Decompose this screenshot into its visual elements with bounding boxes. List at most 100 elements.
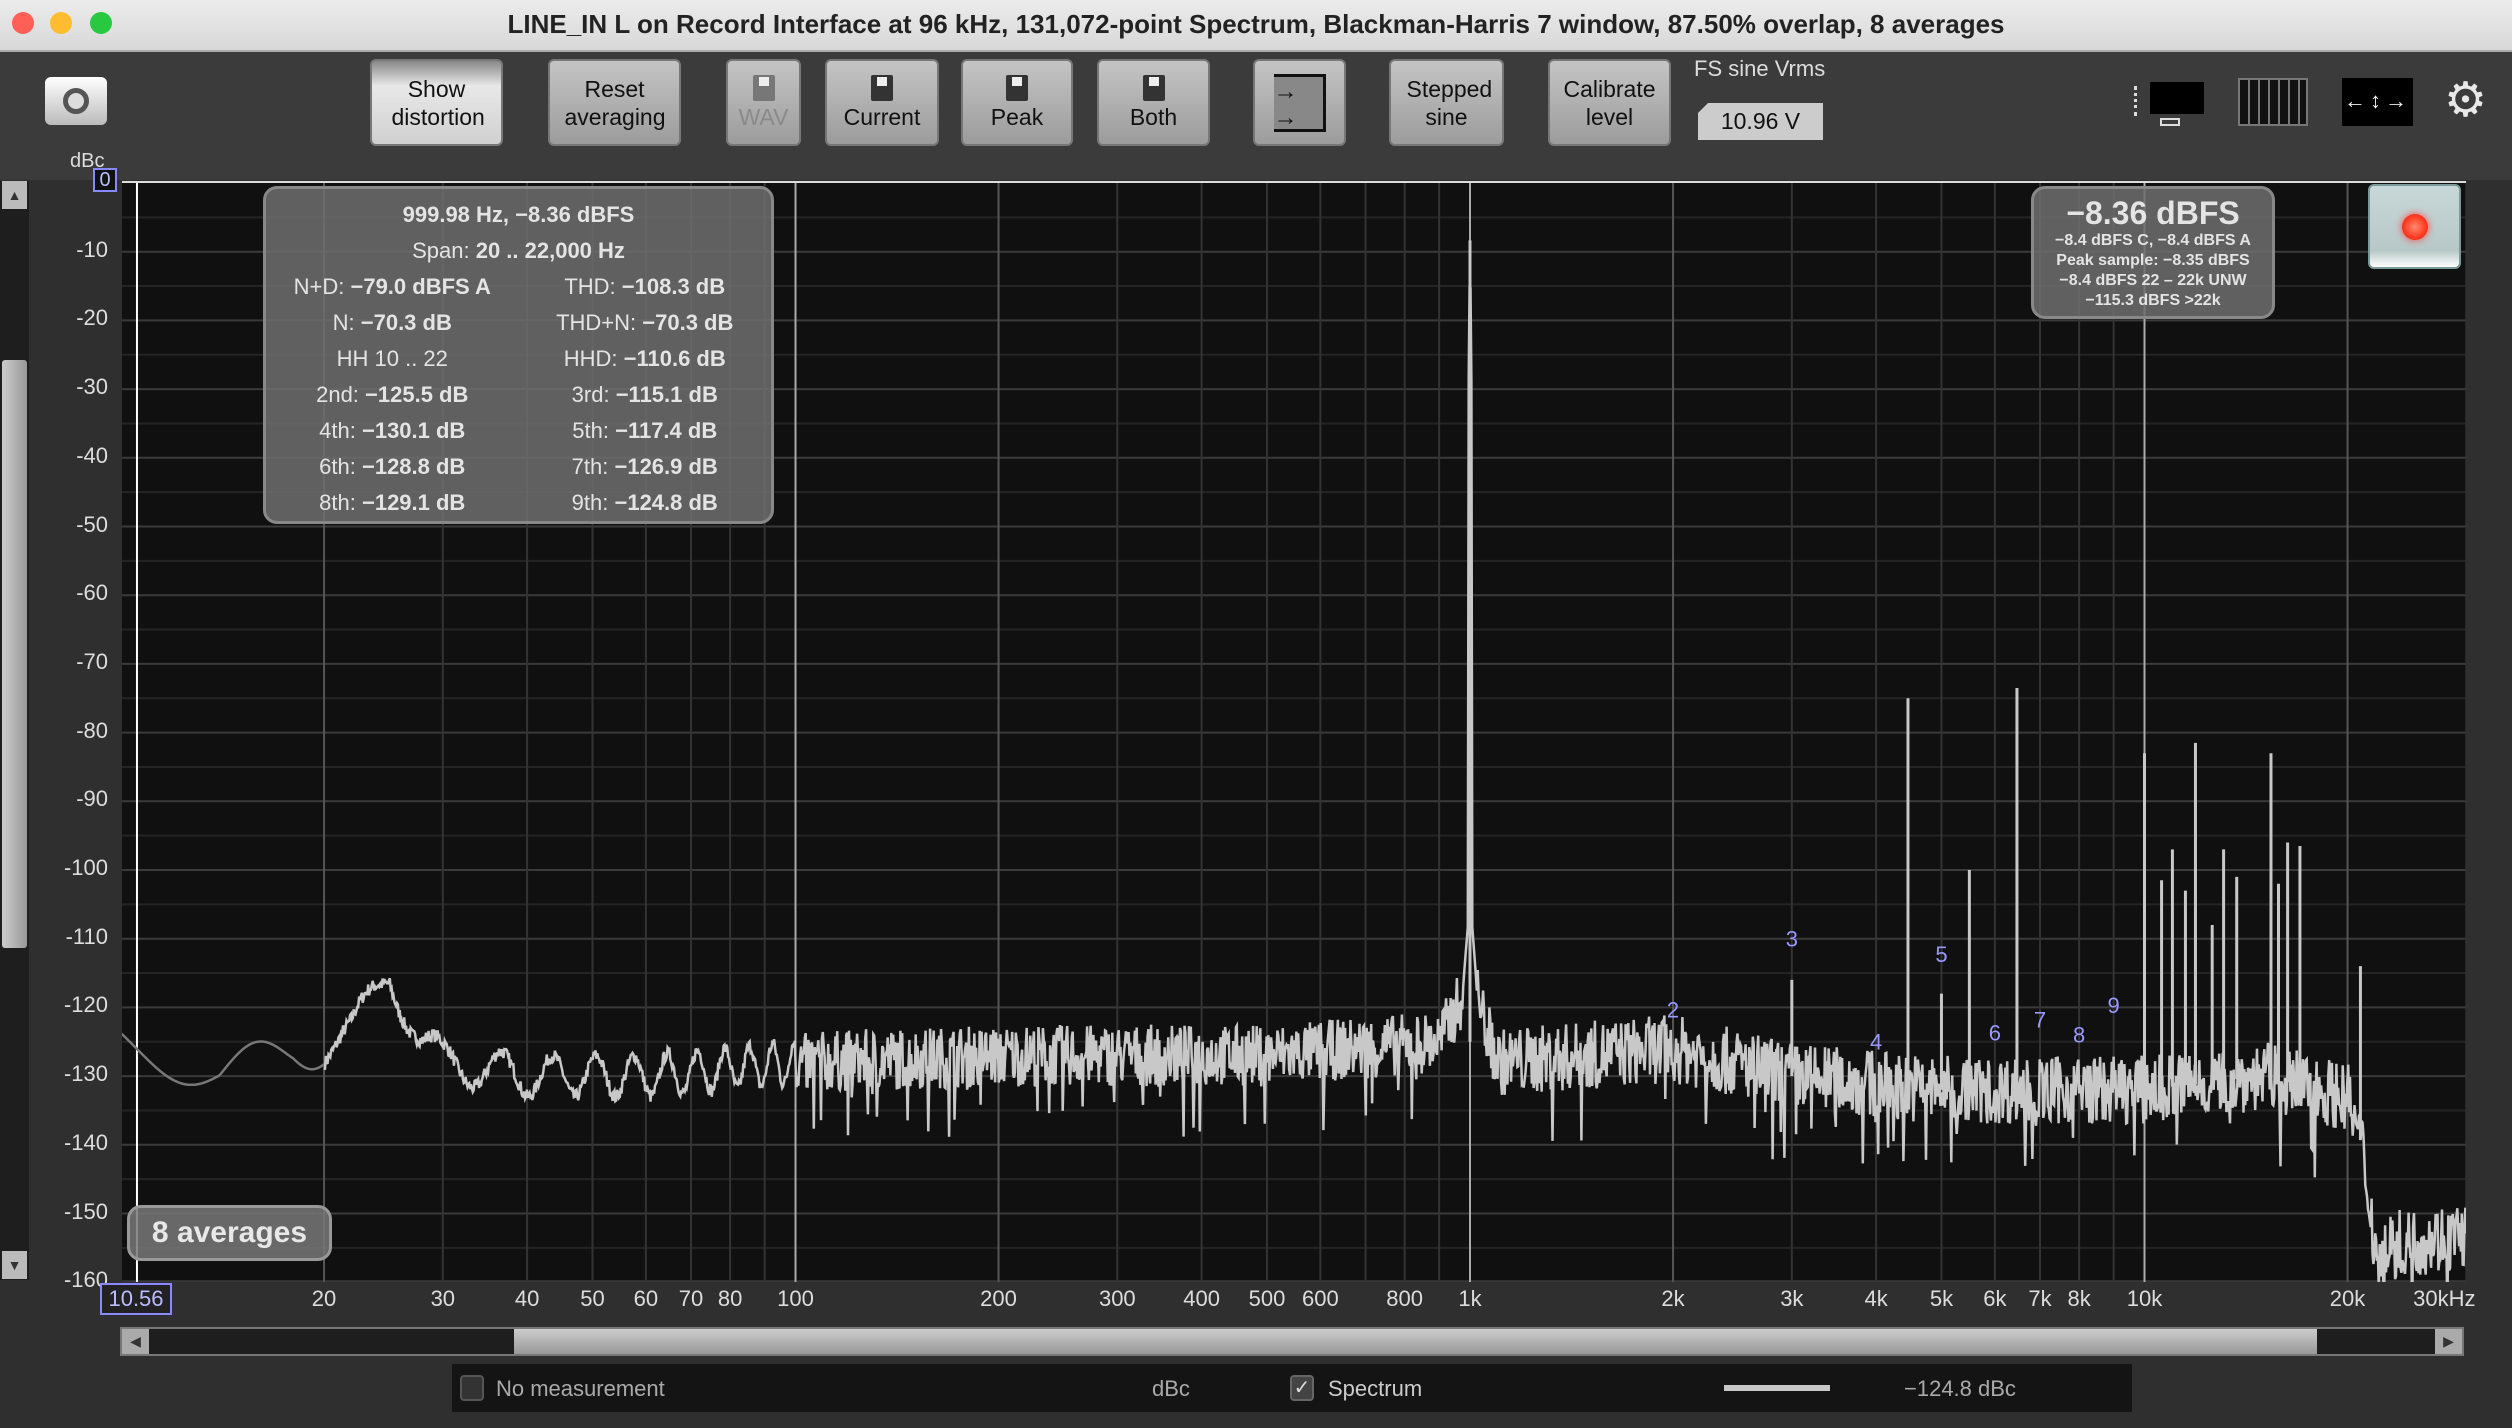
vertical-scrollbar[interactable]: ▲ ▼ bbox=[0, 181, 29, 1280]
fit-arrows-icon[interactable]: ←↕→ bbox=[2342, 78, 2413, 126]
save-disk-icon bbox=[752, 74, 775, 101]
spectrum-checkbox[interactable]: ✓ bbox=[1290, 1375, 1314, 1401]
scroll-left-icon[interactable]: ◀ bbox=[122, 1329, 149, 1354]
stats-row: 4th: −130.1 dB 5th: −117.4 dB bbox=[266, 413, 771, 449]
stats-row: 8th: −129.1 dB 9th: −124.8 dB bbox=[266, 485, 771, 521]
stat-cell: 9th: −124.8 dB bbox=[519, 485, 772, 521]
show-distortion-button[interactable]: Show distortion bbox=[370, 59, 503, 146]
stat-value: −125.5 dB bbox=[365, 382, 469, 407]
export-icon: → → bbox=[1273, 73, 1326, 132]
y-tick-label: -110 bbox=[65, 923, 108, 949]
stats-row: HH 10 .. 22 HHD: −110.6 dB bbox=[266, 341, 771, 377]
wav-label: WAV bbox=[738, 103, 789, 130]
stat-value: −110.6 dB bbox=[623, 346, 726, 371]
y-tick-label: -140 bbox=[63, 1129, 108, 1155]
x-tick-label: 30kHz bbox=[2413, 1286, 2476, 1311]
x-tick-label: 50 bbox=[580, 1286, 605, 1311]
scroll-right-icon[interactable]: ▶ bbox=[2435, 1329, 2462, 1354]
stat-cell: 7th: −126.9 dB bbox=[519, 449, 772, 485]
save-current-button[interactable]: Current bbox=[825, 59, 939, 146]
save-both-button[interactable]: Both bbox=[1097, 59, 1210, 146]
scroll-down-icon[interactable]: ▼ bbox=[2, 1251, 27, 1279]
x-cursor-label[interactable]: 10.56 bbox=[100, 1283, 172, 1315]
y-tick-label: -150 bbox=[63, 1198, 108, 1224]
level-panel: −8.36 dBFS −8.4 dBFS C, −8.4 dBFS A Peak… bbox=[2031, 186, 2275, 319]
stats-row: 6th: −128.8 dB 7th: −126.9 dB bbox=[266, 449, 771, 485]
stat-value: −129.1 dB bbox=[361, 490, 466, 515]
x-tick-label: 800 bbox=[1386, 1286, 1423, 1311]
horizontal-scroll-thumb[interactable] bbox=[514, 1329, 2317, 1354]
x-tick-label: 4k bbox=[1864, 1286, 1888, 1311]
legend-value: −124.8 dBc bbox=[1904, 1376, 2016, 1401]
stat-value: −115.1 dB bbox=[615, 382, 718, 407]
averages-badge: 8 averages bbox=[127, 1205, 332, 1261]
level-main: −8.36 dBFS bbox=[2066, 195, 2240, 231]
current-label: Current bbox=[843, 103, 921, 130]
stats-row: N+D: −79.0 dBFS A THD: −108.3 dB bbox=[266, 269, 771, 305]
y-tick-label: -70 bbox=[76, 648, 108, 674]
save-peak-button[interactable]: Peak bbox=[961, 59, 1073, 146]
stat-value: −108.3 dB bbox=[621, 274, 726, 299]
x-tick-label: 20k bbox=[2329, 1286, 2366, 1311]
x-tick-label: 7k bbox=[2028, 1286, 2052, 1311]
harmonic-label: 2 bbox=[1667, 998, 1679, 1023]
stat-value: −70.3 dB bbox=[642, 310, 734, 335]
stat-cell: 3rd: −115.1 dB bbox=[519, 377, 772, 413]
stat-value: −126.9 dB bbox=[614, 454, 718, 479]
stat-cell: HHD: −110.6 dB bbox=[519, 341, 772, 377]
stat-cell: N+D: −79.0 dBFS A bbox=[266, 269, 519, 305]
stat-key: 2nd: bbox=[316, 382, 359, 407]
x-tick-label: 500 bbox=[1248, 1286, 1286, 1311]
record-button[interactable] bbox=[2368, 184, 2461, 269]
stats-row: 2nd: −125.5 dB 3rd: −115.1 dB bbox=[266, 377, 771, 413]
layout-icon[interactable] bbox=[2134, 78, 2204, 128]
y-tick-label: -20 bbox=[76, 305, 108, 331]
stat-key: THD: bbox=[564, 274, 616, 299]
harmonic-label: 4 bbox=[1870, 1029, 1882, 1054]
reset-averaging-button[interactable]: Reset averaging bbox=[548, 59, 681, 146]
stat-key: 8th: bbox=[319, 490, 356, 515]
scroll-up-icon[interactable]: ▲ bbox=[2, 181, 27, 209]
stat-key: N+D: bbox=[293, 274, 345, 299]
stat-key: HH 10 .. 22 bbox=[336, 346, 448, 371]
x-tick-label: 600 bbox=[1302, 1286, 1339, 1311]
level-line: Peak sample: −8.35 dBFS bbox=[2056, 252, 2250, 269]
stats-span: Span: 20 .. 22,000 Hz bbox=[266, 233, 771, 269]
y-tick-label: -60 bbox=[76, 580, 108, 606]
record-icon bbox=[2401, 213, 2428, 240]
horizontal-scrollbar[interactable]: ◀ ▶ bbox=[120, 1327, 2464, 1356]
x-tick-label: 300 bbox=[1098, 1286, 1136, 1311]
fs-value-field[interactable]: 10.96 V bbox=[1698, 103, 1823, 140]
camera-icon[interactable] bbox=[45, 77, 107, 125]
no-measurement-checkbox[interactable] bbox=[460, 1375, 484, 1401]
stepped-sine-label: Stepped sine bbox=[1406, 75, 1493, 130]
x-tick-label: 70 bbox=[678, 1286, 704, 1311]
legend-unit: dBc bbox=[1152, 1376, 1190, 1401]
stat-key: 9th: bbox=[571, 490, 609, 515]
stepped-sine-button[interactable]: Stepped sine bbox=[1389, 59, 1504, 146]
show-distortion-label: Show distortion bbox=[391, 75, 485, 130]
stat-cell: 4th: −130.1 dB bbox=[266, 413, 519, 449]
stat-cell: THD: −108.3 dB bbox=[519, 269, 772, 305]
window-title: LINE_IN L on Record Interface at 96 kHz,… bbox=[507, 9, 2005, 39]
x-tick-label: 5k bbox=[1929, 1286, 1954, 1311]
calibrate-level-button[interactable]: Calibrate level bbox=[1548, 59, 1671, 146]
stat-value: −130.1 dB bbox=[361, 418, 466, 443]
export-button[interactable]: → → bbox=[1253, 59, 1346, 146]
harmonic-label: 9 bbox=[2108, 993, 2120, 1018]
gear-icon[interactable]: ⚙ bbox=[2444, 76, 2487, 126]
y-cursor-label[interactable]: 0 bbox=[93, 168, 117, 192]
x-tick-label: 80 bbox=[717, 1286, 743, 1311]
span-value: 20 .. 22,000 Hz bbox=[475, 238, 625, 263]
stat-key: 3rd: bbox=[571, 382, 610, 407]
bars-icon[interactable] bbox=[2238, 78, 2308, 126]
stat-cell: THD+N: −70.3 dB bbox=[519, 305, 772, 341]
level-line: −8.4 dBFS C, −8.4 dBFS A bbox=[2055, 232, 2251, 249]
stat-cell: N: −70.3 dB bbox=[266, 305, 519, 341]
span-label: Span: bbox=[412, 238, 470, 263]
harmonic-label: 7 bbox=[2034, 1007, 2046, 1032]
legend-bar: No measurement dBc ✓ Spectrum −124.8 dBc bbox=[452, 1364, 2132, 1412]
x-tick-label: 8k bbox=[2067, 1286, 2091, 1311]
stats-header: 999.98 Hz, −8.36 dBFS bbox=[266, 197, 771, 233]
vertical-scroll-thumb[interactable] bbox=[2, 360, 27, 948]
